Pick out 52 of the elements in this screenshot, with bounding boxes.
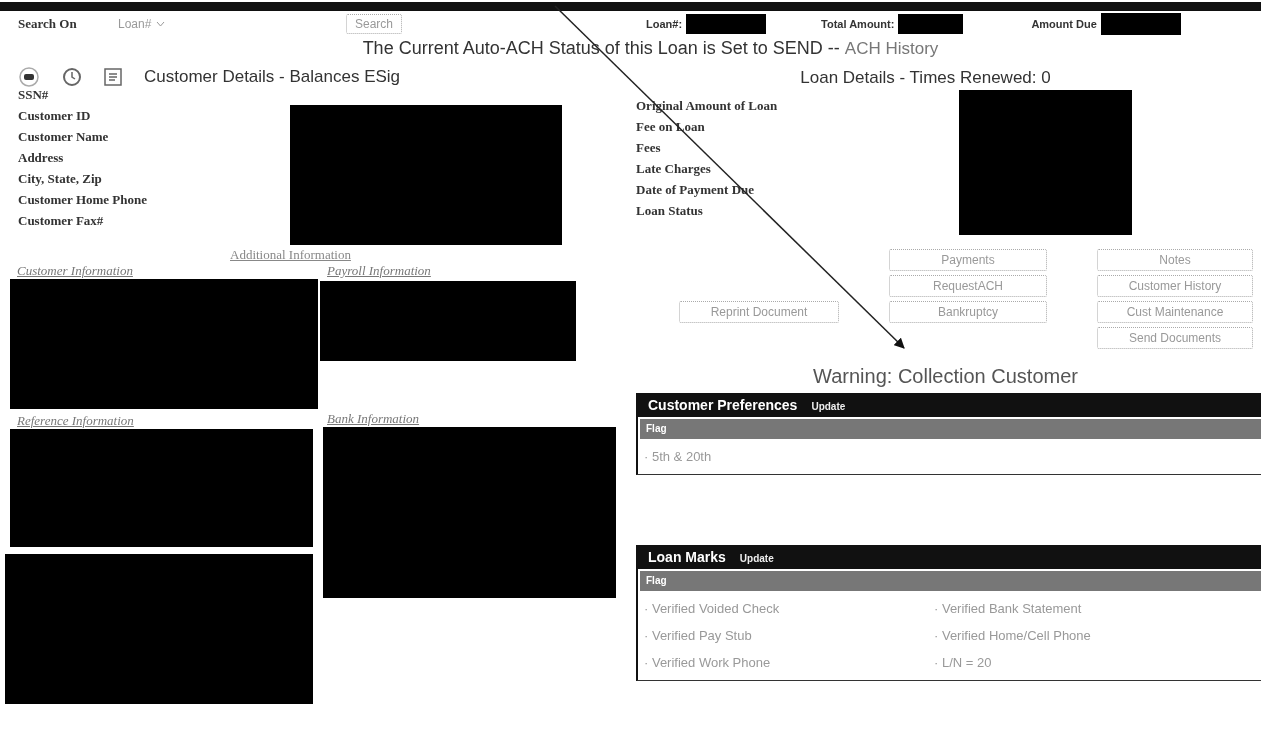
document-icon[interactable] [104,68,122,86]
field-label: SSN# [18,86,50,104]
section-link[interactable]: Reference Information [10,413,318,429]
search-label: Search On [18,16,78,32]
action-button[interactable]: Reprint Document [679,301,839,323]
field-label: Address [18,149,65,167]
caret-icon [156,21,166,27]
field-label: Customer ID [18,107,92,125]
section-link[interactable]: Customer Information [10,263,318,279]
redaction-block [898,14,964,34]
field-label: Customer Name [18,128,110,146]
field-label: Customer Fax# [18,212,105,230]
summary-label: Amount Due [1031,18,1097,30]
action-button[interactable]: RequestACH [889,275,1047,297]
flag-item: · Verified Work Phone [644,654,772,672]
action-button[interactable]: Cust Maintenance [1097,301,1253,323]
loan-details-title: Loan Details - Times Renewed: 0 [800,68,1051,87]
panel-title: Customer Preferences [648,397,798,413]
flag-item: · Verified Pay Stub [644,627,753,645]
action-button[interactable]: Customer History [1097,275,1253,297]
ach-history-link[interactable]: ACH History [844,39,939,58]
action-button[interactable]: Notes [1097,249,1253,271]
search-button[interactable]: Search [346,14,403,34]
column-header: Flag [640,571,1261,591]
field-label: Customer Home Phone [18,191,149,209]
clock-icon[interactable] [62,67,82,87]
flag-item: · L/N = 20 [934,654,993,672]
field-label: Late Charges [636,160,712,178]
flag-item: · Verified Bank Statement [934,600,1083,618]
field-label: City, State, Zip [18,170,103,188]
panel-title: Loan Marks [648,549,726,565]
action-button[interactable]: Send Documents [1097,327,1253,349]
section-title: Additional Information [230,247,352,263]
column-header: Flag [640,419,1261,439]
flag-item: · Verified Home/Cell Phone [934,627,1092,645]
update-link[interactable]: Update [739,553,774,564]
search-type-dropdown[interactable]: Loan# [118,17,166,31]
action-button[interactable]: Bankruptcy [889,301,1047,323]
field-label: Loan Status [636,202,704,220]
summary-label: Loan#: [646,18,683,30]
flag-item: · Verified Voided Check [644,600,781,618]
flag-item: · 5th & 20th [644,448,713,466]
warning-text: Warning: Collection Customer [812,365,1079,389]
field-label: Fee on Loan [636,118,706,136]
section-link[interactable]: Bank Information [320,411,618,427]
action-button[interactable]: Payments [889,249,1047,271]
update-link[interactable]: Update [811,401,846,412]
section-link[interactable]: Payroll Information [320,263,618,279]
field-label: Fees [636,139,662,157]
summary-label: Total Amount: [821,18,895,30]
ach-status-text: The Current Auto-ACH Status of this Loan is Set to SEND -- [362,38,840,58]
customer-details-title: Customer Details - Balances ESig [144,67,401,87]
